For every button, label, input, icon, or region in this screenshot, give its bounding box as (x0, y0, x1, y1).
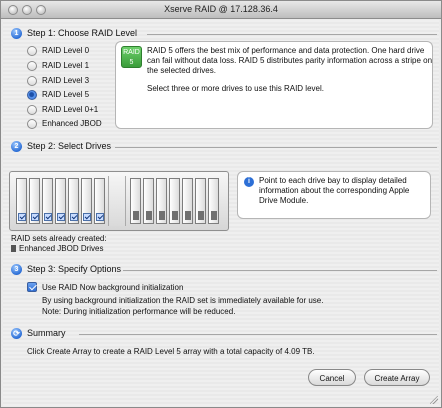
summary-text-prefix: Click Create Array to create a RAID Leve… (27, 347, 283, 356)
raid-level-badge: RAID 5 (121, 46, 142, 68)
radio-raid-1-label: RAID Level 1 (42, 61, 90, 70)
drive-bay-1[interactable] (16, 178, 27, 224)
drive-bay-14[interactable] (208, 178, 219, 224)
create-array-button[interactable]: Create Array (364, 369, 430, 386)
raid-badge-line1: RAID (123, 49, 140, 56)
drive-bay-11-handle (172, 211, 178, 220)
drive-bay-13-handle (198, 211, 204, 220)
drive-bay-9-handle (146, 211, 152, 220)
drive-bay-2[interactable] (29, 178, 40, 224)
drive-bay-4-check-icon (57, 213, 65, 221)
cancel-button[interactable]: Cancel (308, 369, 356, 386)
background-init-warning: Note: During initialization performance … (42, 307, 236, 316)
step3-header: 3 Step 3: Specify Options (11, 263, 441, 277)
summary-header: ⟳ Summary (11, 327, 441, 341)
drive-bay-3-check-icon (44, 213, 52, 221)
title-bar: Xserve RAID @ 17.128.36.4 (1, 1, 441, 19)
drive-bay-7-check-icon (96, 213, 104, 221)
radio-raid-5[interactable]: RAID Level 5 (27, 89, 117, 101)
radio-enhanced-jbod-control[interactable] (27, 119, 37, 129)
drive-bay-8[interactable] (130, 178, 141, 224)
radio-raid-3-control[interactable] (27, 76, 37, 86)
step2-title: Step 2: Select Drives (27, 141, 112, 151)
radio-raid-0[interactable]: RAID Level 0 (27, 45, 117, 57)
background-init-label: Use RAID Now background initialization (42, 283, 184, 292)
summary-title: Summary (27, 328, 66, 338)
raid-setup-window: Xserve RAID @ 17.128.36.4 1 Step 1: Choo… (0, 0, 442, 408)
radio-raid-0-1-control[interactable] (27, 105, 37, 115)
refresh-arrows-icon: ⟳ (11, 328, 22, 339)
step3-number-icon: 3 (11, 264, 22, 275)
radio-raid-0-1-label: RAID Level 0+1 (42, 105, 99, 114)
step2-header: 2 Step 2: Select Drives (11, 140, 441, 154)
summary-capacity: 4.09 TB. (284, 347, 315, 356)
step1-number-icon: 1 (11, 28, 22, 39)
content-pane: 1 Step 1: Choose RAID Level RAID Level 0… (3, 20, 439, 406)
drive-bay-9[interactable] (143, 178, 154, 224)
xserve-raid-chassis (9, 171, 229, 231)
drive-bay-5[interactable] (68, 178, 79, 224)
step1-header: 1 Step 1: Choose RAID Level (11, 27, 441, 41)
drive-bay-14-handle (211, 211, 217, 220)
radio-enhanced-jbod-label: Enhanced JBOD (42, 119, 102, 128)
radio-raid-0-control[interactable] (27, 46, 37, 56)
radio-raid-1[interactable]: RAID Level 1 (27, 60, 117, 72)
drive-bay-2-check-icon (31, 213, 39, 221)
radio-raid-0-1[interactable]: RAID Level 0+1 (27, 104, 117, 116)
step3-title: Step 3: Specify Options (27, 264, 122, 274)
radio-enhanced-jbod[interactable]: Enhanced JBOD (27, 118, 117, 130)
step1-title: Step 1: Choose RAID Level (27, 28, 138, 38)
drive-bay-3[interactable] (42, 178, 53, 224)
drive-bay-8-handle (133, 211, 139, 220)
drive-bay-12-handle (185, 211, 191, 220)
radio-raid-3-label: RAID Level 3 (42, 76, 90, 85)
drive-bay-11[interactable] (169, 178, 180, 224)
radio-raid-5-label: RAID Level 5 (42, 90, 90, 99)
chassis-center-panel (108, 176, 126, 226)
step2-divider (115, 147, 437, 148)
resize-grip[interactable] (430, 396, 438, 404)
radio-raid-3[interactable]: RAID Level 3 (27, 75, 117, 87)
background-init-note: By using background initialization the R… (42, 296, 324, 305)
radio-raid-5-control[interactable] (27, 90, 37, 100)
raid-badge-line2: 5 (129, 59, 134, 66)
drive-bay-7[interactable] (94, 178, 105, 224)
drive-bay-6-check-icon (83, 213, 91, 221)
raid-hint: Select three or more drives to use this … (147, 84, 324, 93)
radio-raid-0-label: RAID Level 0 (42, 46, 90, 55)
drive-bay-10-handle (159, 211, 165, 220)
drive-bay-12[interactable] (182, 178, 193, 224)
raid-description-box: RAID 5 RAID 5 offers the best mix of per… (115, 41, 433, 129)
drive-set-icon (11, 245, 16, 252)
step1-divider (147, 34, 437, 35)
window-title: Xserve RAID @ 17.128.36.4 (164, 4, 278, 14)
raid-description: RAID 5 offers the best mix of performanc… (147, 46, 433, 75)
drive-bay-1-check-icon (18, 213, 26, 221)
radio-raid-1-control[interactable] (27, 61, 37, 71)
step3-divider (123, 270, 437, 271)
drive-bay-4[interactable] (55, 178, 66, 224)
drive-bay-13[interactable] (195, 178, 206, 224)
drive-bay-6[interactable] (81, 178, 92, 224)
raid-sets-label: RAID sets already created: (11, 234, 107, 243)
drive-info-text: Point to each drive bay to display detai… (259, 176, 410, 205)
raid-set-item[interactable]: Enhanced JBOD Drives (11, 244, 103, 253)
summary-text: Click Create Array to create a RAID Leve… (27, 347, 315, 356)
drive-bay-10[interactable] (156, 178, 167, 224)
info-icon: i (244, 177, 254, 187)
background-init-checkbox[interactable] (27, 282, 37, 292)
drive-bay-5-check-icon (70, 213, 78, 221)
drive-info-box: i Point to each drive bay to display det… (237, 171, 431, 219)
raid-set-item-label: Enhanced JBOD Drives (19, 244, 104, 253)
step2-number-icon: 2 (11, 141, 22, 152)
summary-divider (79, 334, 437, 335)
